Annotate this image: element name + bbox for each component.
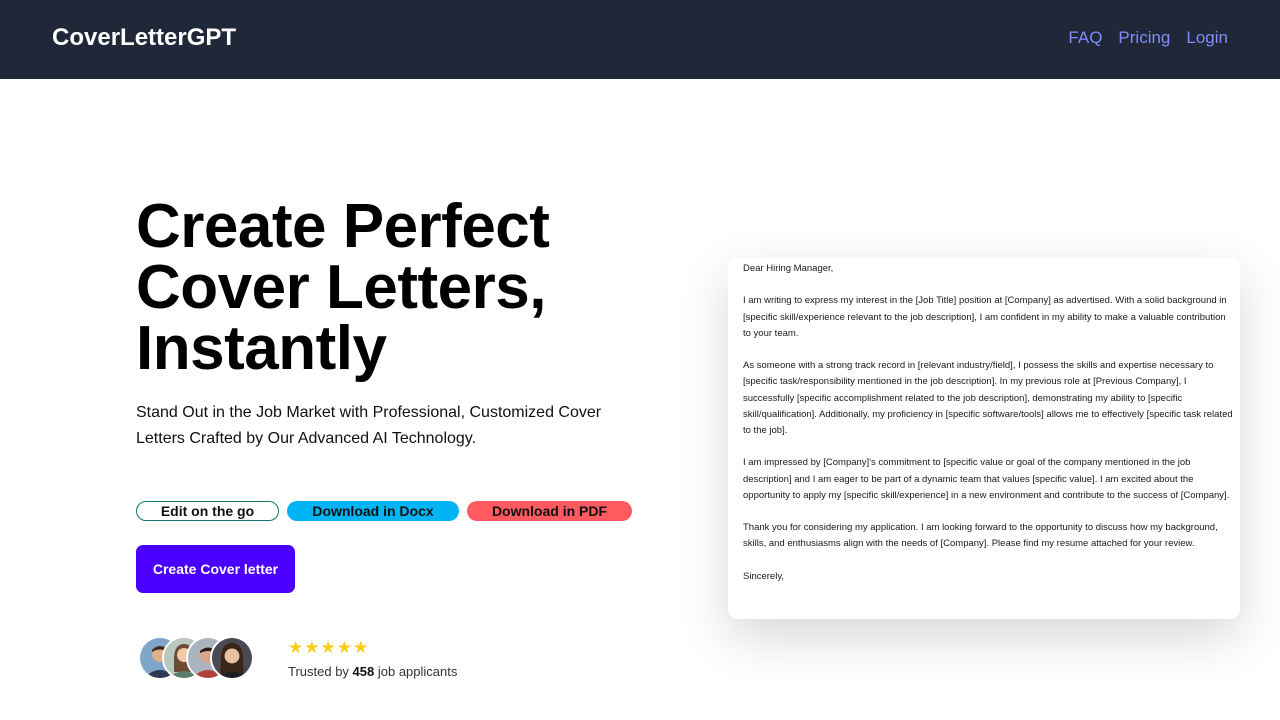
star-icon: ★	[288, 638, 304, 657]
avatar	[210, 636, 254, 680]
hero-subtitle: Stand Out in the Job Market with Profess…	[136, 404, 602, 447]
letter-paragraph: Sincerely,	[743, 570, 785, 582]
cover-letter-body: Dear Hiring Manager, I am writing to exp…	[743, 261, 1235, 601]
hero-title-line: Cover Letters,	[136, 253, 546, 322]
star-icon: ★	[336, 638, 352, 657]
navbar: CoverLetterGPT FAQ Pricing Login	[0, 0, 1280, 79]
rating-stars: ★ ★ ★ ★ ★	[288, 639, 368, 657]
star-icon: ★	[304, 638, 320, 657]
pill-edit-on-the-go: Edit on the go	[136, 501, 279, 521]
letter-paragraph: As someone with a strong track record in…	[743, 360, 1233, 436]
letter-paragraph: I am writing to express my interest in t…	[743, 295, 1227, 339]
star-icon: ★	[353, 638, 369, 657]
letter-paragraph: Thank you for considering my application…	[743, 522, 1218, 550]
hero-title-line: Instantly	[136, 314, 387, 383]
nav-link-login[interactable]: Login	[1186, 28, 1228, 48]
nav-link-faq[interactable]: FAQ	[1068, 28, 1102, 48]
star-icon: ★	[320, 638, 336, 657]
feature-pills: Edit on the go Download in Docx Download…	[136, 501, 632, 521]
create-cover-letter-button[interactable]: Create Cover letter	[136, 545, 295, 593]
avatar-user-icon	[212, 638, 252, 678]
trusted-suffix: job applicants	[374, 664, 458, 679]
nav-link-pricing[interactable]: Pricing	[1118, 28, 1170, 48]
pill-download-docx: Download in Docx	[287, 501, 459, 521]
letter-paragraph: Dear Hiring Manager,	[743, 263, 834, 274]
cover-letter-preview: Dear Hiring Manager, I am writing to exp…	[728, 258, 1240, 619]
trusted-by-text: Trusted by 458 job applicants	[288, 664, 457, 680]
hero-title: Create Perfect Cover Letters, Instantly	[136, 196, 656, 380]
applicant-count: 458	[352, 664, 375, 679]
brand-logo[interactable]: CoverLetterGPT	[52, 24, 236, 52]
letter-paragraph: I am impressed by [Company]'s commitment…	[743, 457, 1230, 501]
hero-title-line: Create Perfect	[136, 192, 550, 261]
nav-links: FAQ Pricing Login	[1068, 28, 1228, 48]
pill-download-pdf: Download in PDF	[467, 501, 632, 521]
trusted-prefix: Trusted by	[288, 664, 353, 679]
